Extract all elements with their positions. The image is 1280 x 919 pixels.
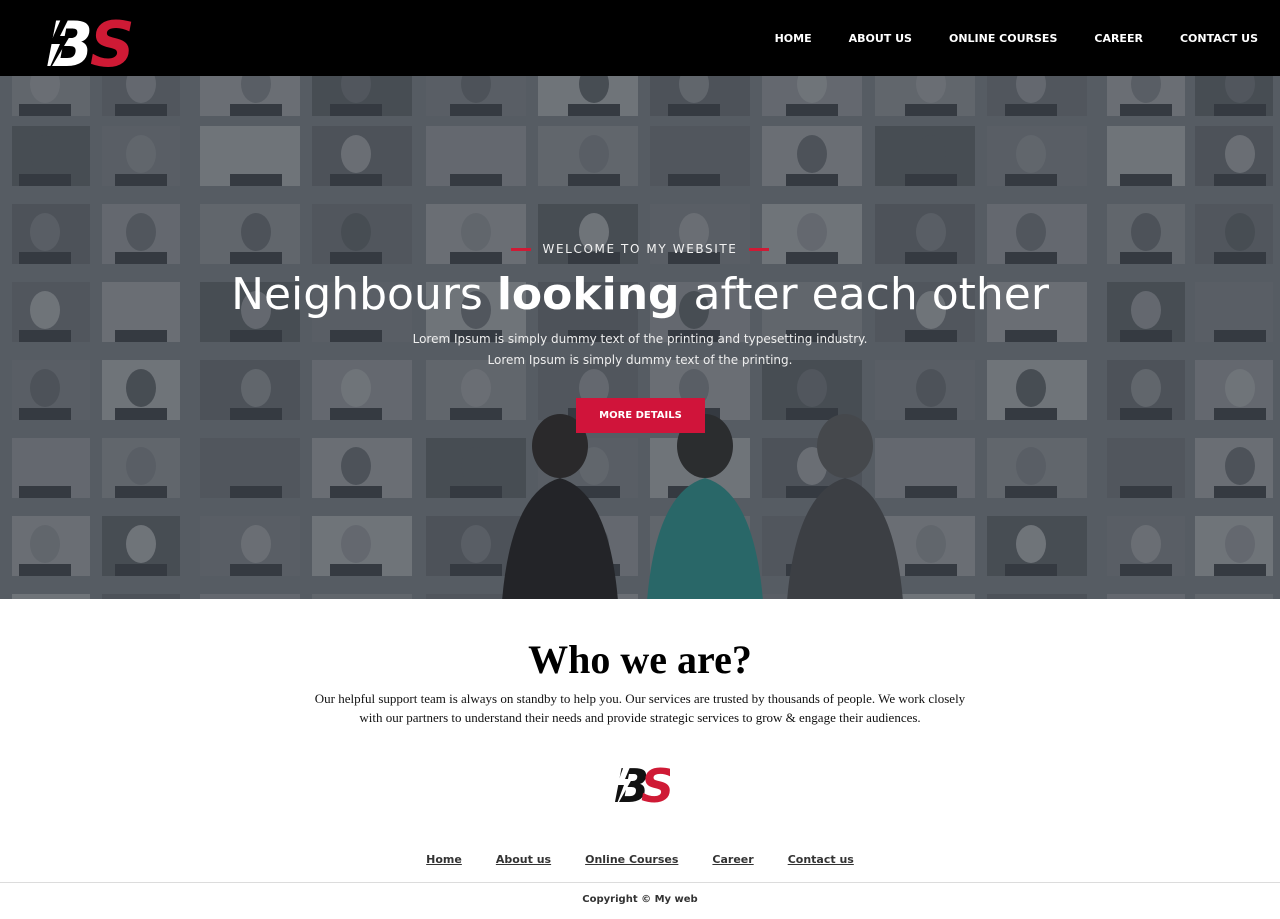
nav-home[interactable]: HOME [775,32,812,45]
hero-headline: Neighbours looking after each other [0,268,1280,322]
brand-logo[interactable]: B S [40,8,136,76]
hero-content: WELCOME TO MY WEBSITE Neighbours looking… [0,76,1280,599]
footer-link-online-courses[interactable]: Online Courses [585,853,678,866]
footer-link-home[interactable]: Home [426,853,462,866]
hero-subtext-line-2: Lorem Ipsum is simply dummy text of the … [487,353,793,367]
hero-subtext-line-1: Lorem Ipsum is simply dummy text of the … [412,332,868,346]
main-nav: HOME ABOUT US ONLINE COURSES CAREER CONT… [738,0,1258,76]
site-header: B S HOME ABOUT US ONLINE COURSES CAREER … [0,0,1280,76]
eyebrow-dash-right [749,247,770,251]
logo-letter-s: S [90,8,135,76]
section-title: Who we are? [528,637,752,682]
headline-part-1: Neighbours [231,269,497,320]
footer-link-contact-us[interactable]: Contact us [788,853,854,866]
more-details-button[interactable]: MORE DETAILS [576,398,705,433]
nav-about-us[interactable]: ABOUT US [849,32,912,45]
copyright-text: Copyright © My web [582,894,698,905]
footer-link-career[interactable]: Career [712,853,753,866]
footer-logo[interactable]: B S [612,758,670,810]
hero-section: WELCOME TO MY WEBSITE Neighbours looking… [0,76,1280,599]
headline-bold: looking [496,269,680,320]
nav-contact-us[interactable]: CONTACT US [1180,32,1258,45]
bs-logo-small-icon: B S [614,759,670,810]
hero-eyebrow: WELCOME TO MY WEBSITE [0,242,1280,256]
nav-online-courses[interactable]: ONLINE COURSES [949,32,1057,45]
nav-career[interactable]: CAREER [1094,32,1143,45]
footer-nav: Home About us Online Courses Career Cont… [0,853,1280,866]
section-description: Our helpful support team is always on st… [314,691,966,725]
bs-logo-icon: B S [46,8,135,76]
eyebrow-dash-left [510,247,531,251]
small-logo-letter-s: S [641,759,670,810]
footer-link-about-us[interactable]: About us [496,853,551,866]
headline-part-2: after each other [679,269,1049,320]
eyebrow-text: WELCOME TO MY WEBSITE [542,242,738,256]
footer-divider [0,882,1280,883]
